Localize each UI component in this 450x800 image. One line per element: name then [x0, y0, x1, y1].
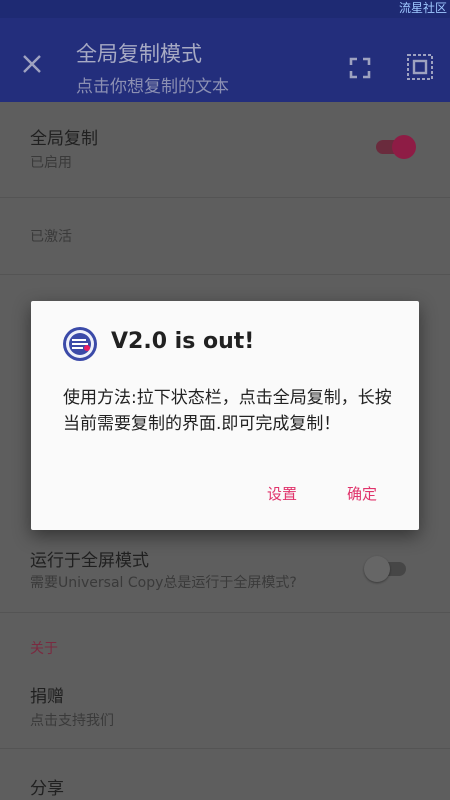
global-copy-title: 全局复制	[30, 129, 98, 149]
fullscreen-icon	[349, 57, 371, 79]
close-icon	[23, 55, 41, 73]
divider	[0, 612, 450, 613]
settings-button[interactable]: 设置	[267, 483, 297, 504]
dialog-title: V2.0 is out!	[111, 329, 255, 354]
global-copy-switch[interactable]	[374, 135, 416, 159]
fullscreen-mode-subtitle: 需要Universal Copy总是运行于全屏模式?	[30, 575, 297, 591]
toolbar-subtitle: 点击你想复制的文本	[76, 77, 229, 97]
share-title: 分享	[30, 779, 64, 799]
close-button[interactable]	[16, 48, 48, 80]
donate-subtitle: 点击支持我们	[30, 713, 114, 729]
donate-title: 捐赠	[30, 687, 64, 707]
activated-label: 已激活	[30, 229, 72, 245]
toolbar-title: 全局复制模式	[76, 42, 202, 66]
divider	[0, 197, 450, 198]
toolbar: 全局复制模式 点击你想复制的文本	[0, 18, 450, 102]
switch-thumb	[364, 556, 390, 582]
fullscreen-button[interactable]	[346, 54, 374, 82]
watermark-text: 流星社区	[398, 1, 447, 15]
donate-row[interactable]	[0, 662, 450, 748]
divider	[0, 274, 450, 275]
fullscreen-mode-switch[interactable]	[364, 556, 408, 582]
share-row[interactable]	[0, 749, 450, 800]
app-logo-icon	[63, 327, 97, 361]
app-screen: 流星社区 全局复制模式 点击你想复制的文本 全局复制 已启用 已激活 运行于全屏…	[0, 0, 450, 800]
ok-button[interactable]: 确定	[347, 483, 377, 504]
fullscreen-mode-title: 运行于全屏模式	[30, 551, 149, 571]
status-bar: 流星社区	[0, 0, 450, 18]
select-all-button[interactable]	[404, 51, 436, 83]
about-category-header: 关于	[30, 641, 58, 657]
global-copy-status: 已启用	[30, 155, 72, 171]
select-all-icon	[407, 54, 433, 80]
update-dialog: V2.0 is out! 使用方法:拉下状态栏，点击全局复制，长按当前需要复制的…	[31, 301, 419, 530]
switch-thumb	[392, 135, 416, 159]
dialog-message: 使用方法:拉下状态栏，点击全局复制，长按当前需要复制的界面.即可完成复制！	[63, 388, 392, 434]
